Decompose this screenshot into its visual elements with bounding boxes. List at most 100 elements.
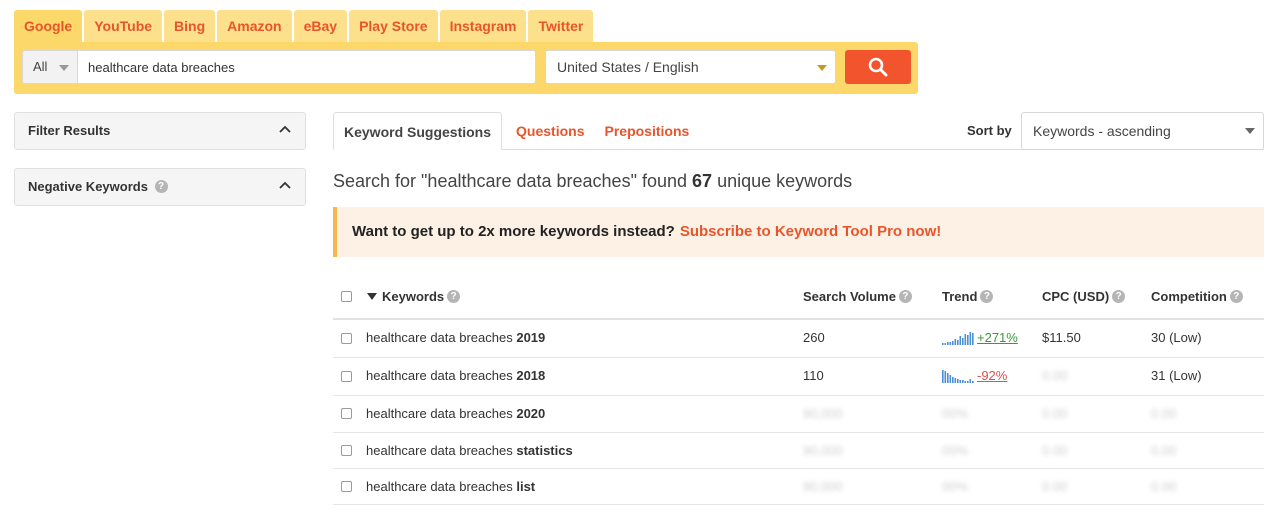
keyword-base: healthcare data breaches <box>366 443 513 458</box>
competition-cell: 0.00 <box>1151 479 1177 494</box>
keyword-base: healthcare data breaches <box>366 406 513 421</box>
negative-keywords-panel[interactable]: Negative Keywords ? <box>14 168 306 206</box>
keyword-table: Keywords? Search Volume? Trend? CPC (USD… <box>333 276 1264 505</box>
filter-results-label: Filter Results <box>28 123 111 138</box>
search-volume-cell: 110 <box>803 368 824 383</box>
help-icon[interactable]: ? <box>1112 290 1126 304</box>
table-row: healthcare data breaches list 90,000 00%… <box>333 469 1264 505</box>
engine-tabs: Google YouTube Bing Amazon eBay Play Sto… <box>14 10 595 42</box>
keyword-cell[interactable]: healthcare data breaches 2018 <box>366 368 545 383</box>
row-checkbox[interactable] <box>341 371 352 382</box>
column-trend-label: Trend <box>942 289 978 304</box>
sparkline-chart <box>942 370 974 383</box>
sort-select-value: Keywords - ascending <box>1033 123 1171 139</box>
keyword-cell[interactable]: healthcare data breaches list <box>366 479 535 494</box>
locale-select[interactable]: United States / English <box>545 50 836 84</box>
summary-prefix: Search for "healthcare data breaches" fo… <box>333 171 688 191</box>
search-volume-cell: 90,000 <box>803 406 843 421</box>
trend-change-link[interactable]: -92% <box>977 368 1007 383</box>
column-keywords-label: Keywords <box>382 289 445 304</box>
trend-cell: 00% <box>942 479 969 494</box>
row-checkbox[interactable] <box>341 408 352 419</box>
column-search-volume[interactable]: Search Volume? <box>803 289 912 304</box>
cpc-cell: 0.00 <box>1042 368 1068 383</box>
table-row: healthcare data breaches 2019 260 +271% … <box>333 320 1264 358</box>
column-competition[interactable]: Competition? <box>1151 289 1243 304</box>
help-icon[interactable]: ? <box>447 290 461 304</box>
column-competition-label: Competition <box>1151 289 1227 304</box>
sort-select[interactable]: Keywords - ascending <box>1021 112 1264 150</box>
engine-tab-google[interactable]: Google <box>14 10 83 42</box>
search-volume-cell: 260 <box>803 330 825 345</box>
trend-change-link[interactable]: +271% <box>977 330 1018 345</box>
competition-cell: 30 (Low) <box>1151 330 1202 345</box>
cpc-cell: 0.00 <box>1042 479 1068 494</box>
column-trend[interactable]: Trend? <box>942 289 994 304</box>
engine-tab-amazon[interactable]: Amazon <box>217 10 292 42</box>
competition-cell: 0.00 <box>1151 406 1177 421</box>
column-keywords[interactable]: Keywords? <box>367 289 461 304</box>
table-row: healthcare data breaches statistics 90,0… <box>333 433 1264 469</box>
help-icon[interactable]: ? <box>980 290 994 304</box>
search-bar: All United States / English <box>14 42 918 94</box>
row-checkbox[interactable] <box>341 445 352 456</box>
filter-results-panel[interactable]: Filter Results <box>14 112 306 150</box>
column-cpc[interactable]: CPC (USD)? <box>1042 289 1126 304</box>
engine-tab-instagram[interactable]: Instagram <box>439 10 527 42</box>
tab-questions[interactable]: Questions <box>506 112 594 150</box>
summary-suffix: unique keywords <box>717 171 853 191</box>
cpc-cell: 0.00 <box>1042 443 1068 458</box>
keyword-cell[interactable]: healthcare data breaches statistics <box>366 443 573 458</box>
row-checkbox[interactable] <box>341 481 352 492</box>
tab-prepositions[interactable]: Prepositions <box>595 112 700 150</box>
keyword-base: healthcare data breaches <box>366 368 513 383</box>
cpc-cell: $11.50 <box>1042 330 1081 345</box>
help-icon[interactable]: ? <box>1229 290 1243 304</box>
column-search-volume-label: Search Volume <box>803 289 896 304</box>
column-cpc-label: CPC (USD) <box>1042 289 1110 304</box>
keyword-base: healthcare data breaches <box>366 479 513 494</box>
chevron-down-icon <box>59 65 69 71</box>
engine-tab-twitter[interactable]: Twitter <box>528 10 594 42</box>
keyword-suffix: statistics <box>516 443 573 458</box>
select-all-checkbox[interactable] <box>341 291 352 302</box>
scope-select-value: All <box>33 59 48 74</box>
keyword-count: 67 <box>692 171 713 191</box>
keyword-suffix: 2019 <box>516 330 546 345</box>
sort-desc-icon <box>367 293 377 301</box>
sparkline-chart <box>942 332 974 345</box>
chevron-down-icon <box>817 65 827 71</box>
table-row: healthcare data breaches 2018 110 -92% 0… <box>333 358 1264 396</box>
search-volume-cell: 90,000 <box>803 443 843 458</box>
competition-cell: 0.00 <box>1151 443 1177 458</box>
competition-cell: 31 (Low) <box>1151 368 1202 383</box>
trend-cell: -92% <box>942 368 1007 383</box>
keyword-cell[interactable]: healthcare data breaches 2019 <box>366 330 545 345</box>
search-input[interactable] <box>78 50 536 84</box>
tab-keyword-suggestions[interactable]: Keyword Suggestions <box>333 112 503 150</box>
engine-tab-ebay[interactable]: eBay <box>293 10 348 42</box>
search-icon <box>868 57 888 77</box>
keyword-cell[interactable]: healthcare data breaches 2020 <box>366 406 545 421</box>
search-volume-cell: 90,000 <box>803 479 843 494</box>
sort-label: Sort by <box>967 123 1012 138</box>
engine-tab-youtube[interactable]: YouTube <box>84 10 163 42</box>
chevron-down-icon <box>1245 128 1255 134</box>
scope-select[interactable]: All <box>22 50 78 84</box>
engine-tab-bing[interactable]: Bing <box>164 10 216 42</box>
negative-keywords-label: Negative Keywords <box>28 179 148 194</box>
subscribe-link[interactable]: Subscribe to Keyword Tool Pro now! <box>680 223 941 240</box>
row-checkbox[interactable] <box>341 333 352 344</box>
table-header: Keywords? Search Volume? Trend? CPC (USD… <box>333 276 1264 320</box>
search-button[interactable] <box>845 50 911 84</box>
keyword-suffix: 2018 <box>516 368 546 383</box>
chevron-up-icon <box>279 181 291 189</box>
help-icon[interactable]: ? <box>898 290 912 304</box>
keyword-suffix: 2020 <box>516 406 546 421</box>
trend-cell: 00% <box>942 443 969 458</box>
keyword-suffix: list <box>516 479 536 494</box>
engine-tab-play-store[interactable]: Play Store <box>349 10 438 42</box>
promo-text: Want to get up to 2x more keywords inste… <box>352 223 675 240</box>
chevron-up-icon <box>279 125 291 133</box>
help-icon[interactable]: ? <box>154 180 168 194</box>
